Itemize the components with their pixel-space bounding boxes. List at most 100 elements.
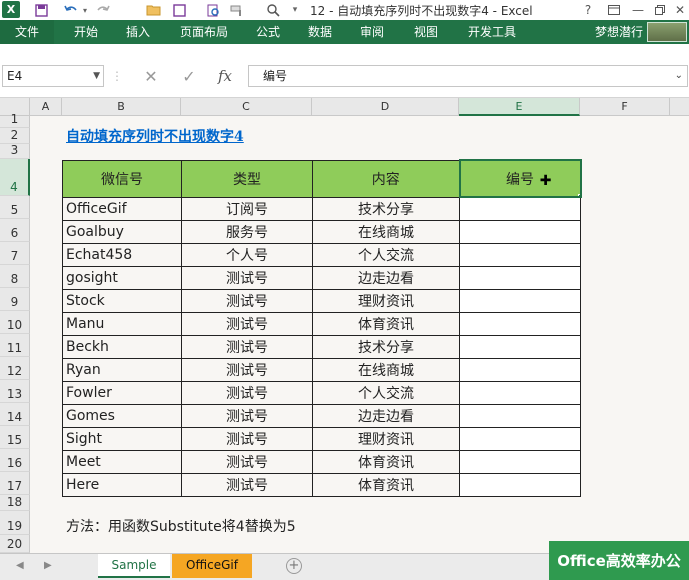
cell-wechat-id[interactable]: Fowler: [62, 380, 182, 405]
sheet-tab-sample[interactable]: Sample: [98, 554, 170, 578]
cell-content[interactable]: 体育资讯: [312, 449, 460, 474]
cell-number[interactable]: [459, 242, 581, 267]
tab-home[interactable]: 开始: [74, 20, 98, 44]
header-cell-number-selected[interactable]: 编号 ✚: [458, 159, 582, 198]
cell-content[interactable]: 技术分享: [312, 196, 460, 221]
cell-content[interactable]: 在线商城: [312, 357, 460, 382]
row-header[interactable]: 1: [0, 112, 30, 128]
cell-content[interactable]: 边走边看: [312, 403, 460, 428]
cell-content[interactable]: 技术分享: [312, 334, 460, 359]
cell-number[interactable]: [459, 196, 581, 221]
row-header-selected[interactable]: 4: [0, 159, 30, 196]
cell-content[interactable]: 体育资讯: [312, 311, 460, 336]
tab-view[interactable]: 视图: [414, 20, 438, 44]
method-note[interactable]: 方法：用函数Substitute将4替换为5: [66, 516, 296, 536]
help-icon[interactable]: ?: [578, 2, 598, 18]
magnifier-icon[interactable]: [264, 2, 282, 18]
cell-type[interactable]: 测试号: [181, 472, 313, 497]
minimize-icon[interactable]: —: [628, 2, 648, 18]
undo-icon[interactable]: [62, 2, 80, 18]
row-header[interactable]: 6: [0, 219, 30, 242]
sheet-title-link[interactable]: 自动填充序列时不出现数字4: [66, 126, 244, 146]
cell-content[interactable]: 理财资讯: [312, 288, 460, 313]
row-header[interactable]: 5: [0, 196, 30, 219]
cell-wechat-id[interactable]: Sight: [62, 426, 182, 451]
cell-content[interactable]: 在线商城: [312, 219, 460, 244]
cancel-icon[interactable]: ✕: [138, 66, 164, 86]
row-header[interactable]: 12: [0, 357, 30, 380]
cell-wechat-id[interactable]: Manu: [62, 311, 182, 336]
enter-check-icon[interactable]: ✓: [176, 66, 202, 86]
worksheet-grid[interactable]: A B C D E F 1 2 3 4 5 6 7 8 9 10 11 12 1…: [0, 98, 689, 553]
print-preview-icon[interactable]: [204, 2, 222, 18]
cell-type[interactable]: 测试号: [181, 357, 313, 382]
cell-type[interactable]: 测试号: [181, 334, 313, 359]
column-header-b[interactable]: B: [62, 98, 181, 116]
cell-wechat-id[interactable]: Gomes: [62, 403, 182, 428]
cell-number[interactable]: [459, 403, 581, 428]
name-box[interactable]: E4 ▼: [2, 65, 104, 87]
add-sheet-icon[interactable]: +: [286, 558, 302, 574]
cell-wechat-id[interactable]: OfficeGif: [62, 196, 182, 221]
column-header-d[interactable]: D: [312, 98, 459, 116]
cell-type[interactable]: 测试号: [181, 426, 313, 451]
cell-number[interactable]: [459, 334, 581, 359]
cell-type[interactable]: 测试号: [181, 311, 313, 336]
cell-type[interactable]: 测试号: [181, 265, 313, 290]
cell-wechat-id[interactable]: Echat458: [62, 242, 182, 267]
header-cell-content[interactable]: 内容: [312, 159, 460, 198]
save-as-icon[interactable]: [170, 2, 188, 18]
row-header[interactable]: 16: [0, 449, 30, 472]
cell-wechat-id[interactable]: Here: [62, 472, 182, 497]
restore-icon[interactable]: [650, 2, 670, 18]
cell-number[interactable]: [459, 311, 581, 336]
cell-type[interactable]: 测试号: [181, 380, 313, 405]
cell-type[interactable]: 服务号: [181, 219, 313, 244]
open-icon[interactable]: [144, 2, 162, 18]
cell-number[interactable]: [459, 219, 581, 244]
column-header-blank[interactable]: [670, 98, 689, 116]
cell-type[interactable]: 测试号: [181, 449, 313, 474]
scroll-tabs-right-icon[interactable]: ▶: [44, 560, 52, 571]
scroll-tabs-left-icon[interactable]: ◀: [16, 560, 24, 571]
row-header[interactable]: 2: [0, 128, 30, 144]
row-header[interactable]: 13: [0, 380, 30, 403]
row-header[interactable]: 9: [0, 288, 30, 311]
column-header-c[interactable]: C: [181, 98, 312, 116]
undo-dropdown-icon[interactable]: ▾: [80, 2, 90, 18]
cell-content[interactable]: 个人交流: [312, 242, 460, 267]
avatar[interactable]: [647, 22, 687, 42]
column-header-f[interactable]: F: [580, 98, 670, 116]
tab-developer[interactable]: 开发工具: [468, 20, 516, 44]
cell-wechat-id[interactable]: Ryan: [62, 357, 182, 382]
expand-formula-icon[interactable]: ⌄: [675, 66, 683, 86]
header-cell-type[interactable]: 类型: [181, 159, 313, 198]
user-name[interactable]: 梦想潜行: [595, 20, 643, 44]
cell-content[interactable]: 边走边看: [312, 265, 460, 290]
insert-function-icon[interactable]: fx: [212, 66, 238, 86]
cell-number[interactable]: [459, 288, 581, 313]
sheet-tab-officegif[interactable]: OfficeGif: [172, 554, 252, 578]
cell-type[interactable]: 个人号: [181, 242, 313, 267]
row-header[interactable]: 19: [0, 511, 30, 535]
cell-type[interactable]: 测试号: [181, 288, 313, 313]
row-header[interactable]: 8: [0, 265, 30, 288]
ribbon-display-icon[interactable]: [604, 2, 624, 18]
row-header[interactable]: 18: [0, 495, 30, 511]
cell-number[interactable]: [459, 265, 581, 290]
column-header-e[interactable]: E: [459, 98, 580, 116]
tab-review[interactable]: 审阅: [360, 20, 384, 44]
cell-number[interactable]: [459, 472, 581, 497]
row-header[interactable]: 11: [0, 334, 30, 357]
cell-wechat-id[interactable]: gosight: [62, 265, 182, 290]
header-cell-wechat-id[interactable]: 微信号: [62, 159, 182, 198]
chevron-down-icon[interactable]: ▼: [93, 66, 100, 86]
save-icon[interactable]: [32, 2, 50, 18]
row-header[interactable]: 10: [0, 311, 30, 334]
close-icon[interactable]: ✕: [670, 2, 689, 18]
row-header[interactable]: 15: [0, 426, 30, 449]
cell-number[interactable]: [459, 449, 581, 474]
tab-page-layout[interactable]: 页面布局: [180, 20, 228, 44]
row-header[interactable]: 14: [0, 403, 30, 426]
redo-icon[interactable]: [94, 2, 112, 18]
